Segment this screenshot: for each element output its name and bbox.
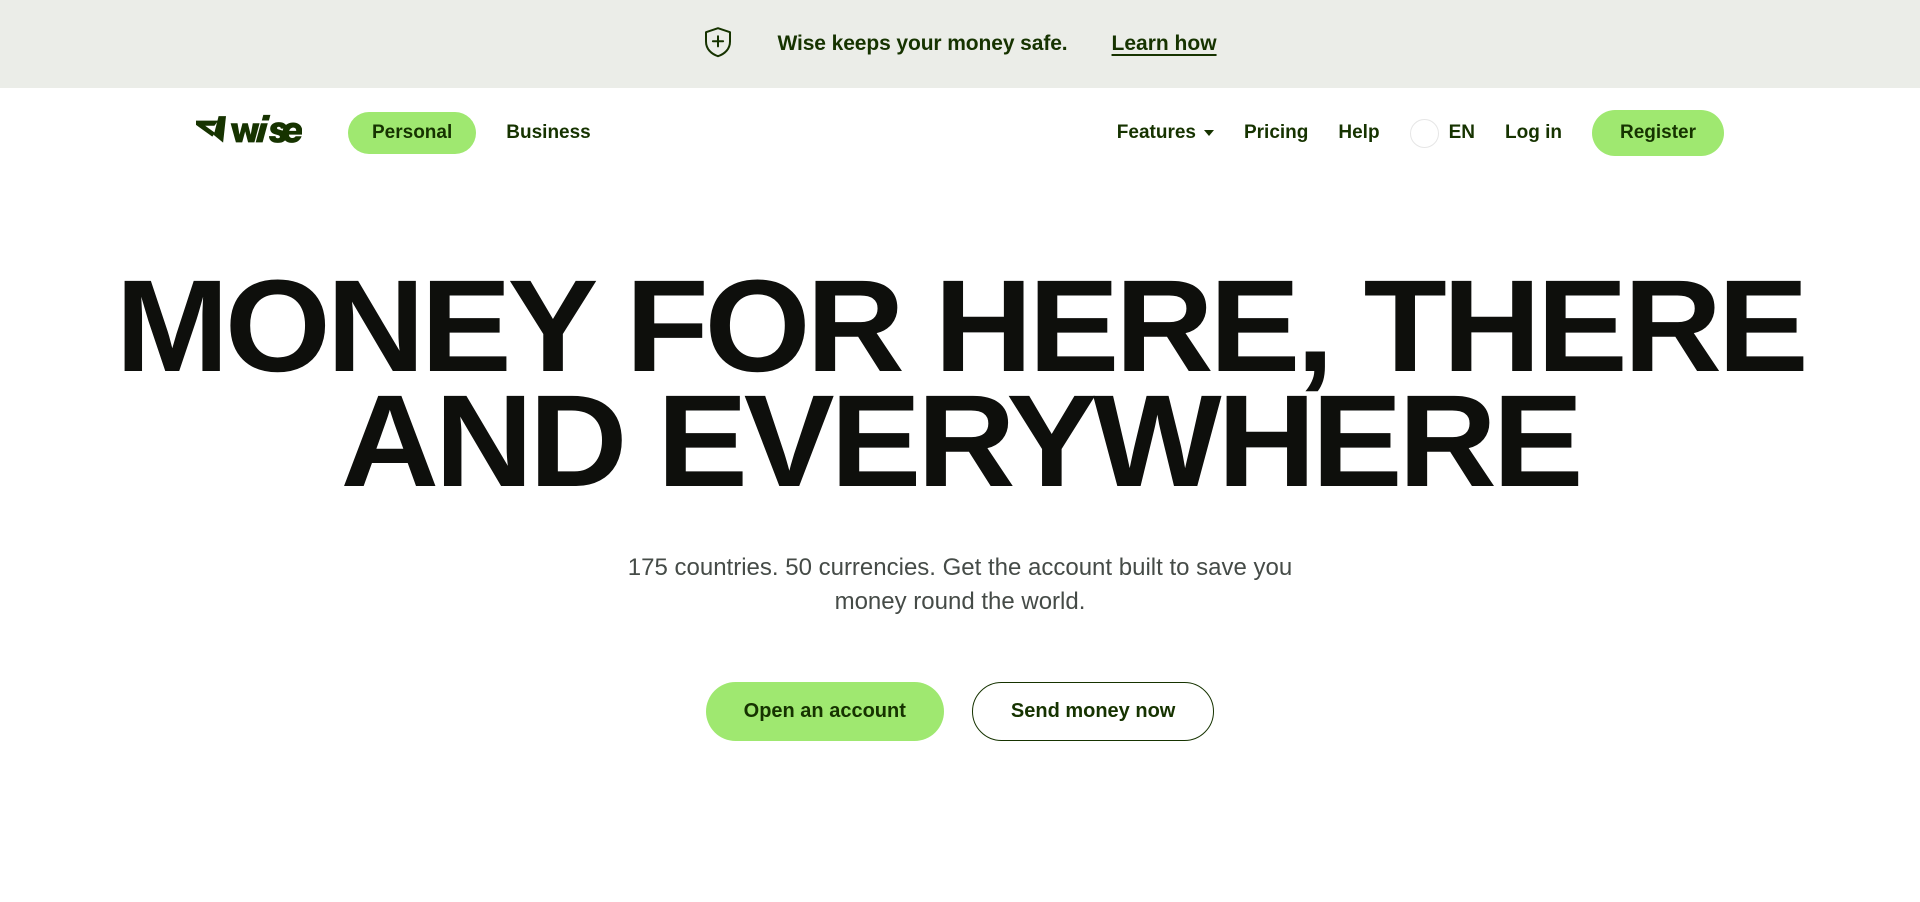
login-link[interactable]: Log in [1505, 122, 1562, 144]
audience-segmented-control: Personal Business [348, 112, 615, 154]
hero-subtitle: 175 countries. 50 currencies. Get the ac… [627, 553, 1293, 616]
nav-link-features-label: Features [1116, 122, 1196, 143]
segment-business[interactable]: Business [482, 112, 614, 154]
navbar-right-group: Features Pricing Help EN Log in Register [1117, 110, 1724, 156]
navbar-left-group: Personal Business [196, 112, 615, 154]
register-button[interactable]: Register [1591, 110, 1724, 156]
learn-how-link[interactable]: Learn how [1112, 32, 1217, 56]
open-an-account-button[interactable]: Open an account [705, 682, 944, 742]
nav-link-pricing[interactable]: Pricing [1244, 122, 1308, 144]
language-code: EN [1448, 122, 1475, 143]
nav-link-help[interactable]: Help [1338, 122, 1379, 144]
hero-title: MONEY FOR HERE, THERE AND EVERYWHERE [0, 252, 1920, 515]
chevron-down-icon [1203, 130, 1214, 136]
hero-cta-group: Open an account Send money now [0, 682, 1920, 742]
hero-section: MONEY FOR HERE, THERE AND EVERYWHERE 175… [0, 178, 1920, 742]
nav-link-features[interactable]: Features [1117, 122, 1214, 144]
segment-personal[interactable]: Personal [348, 112, 477, 154]
indonesia-flag-icon [1409, 118, 1439, 148]
wise-logo[interactable] [196, 114, 303, 153]
shield-plus-icon [703, 26, 733, 63]
hero-title-line-1: MONEY FOR HERE, THERE [115, 252, 1808, 399]
safety-banner-text: Wise keeps your money safe. [777, 32, 1068, 55]
main-navbar: Personal Business Features Pricing Help … [0, 88, 1920, 178]
safety-banner: Wise keeps your money safe. Learn how [0, 0, 1920, 88]
send-money-now-button[interactable]: Send money now [971, 682, 1215, 742]
hero-decoration-spheres [0, 876, 1920, 902]
hero-title-line-2: AND EVERYWHERE [340, 367, 1584, 515]
language-selector[interactable]: EN [1409, 118, 1475, 148]
